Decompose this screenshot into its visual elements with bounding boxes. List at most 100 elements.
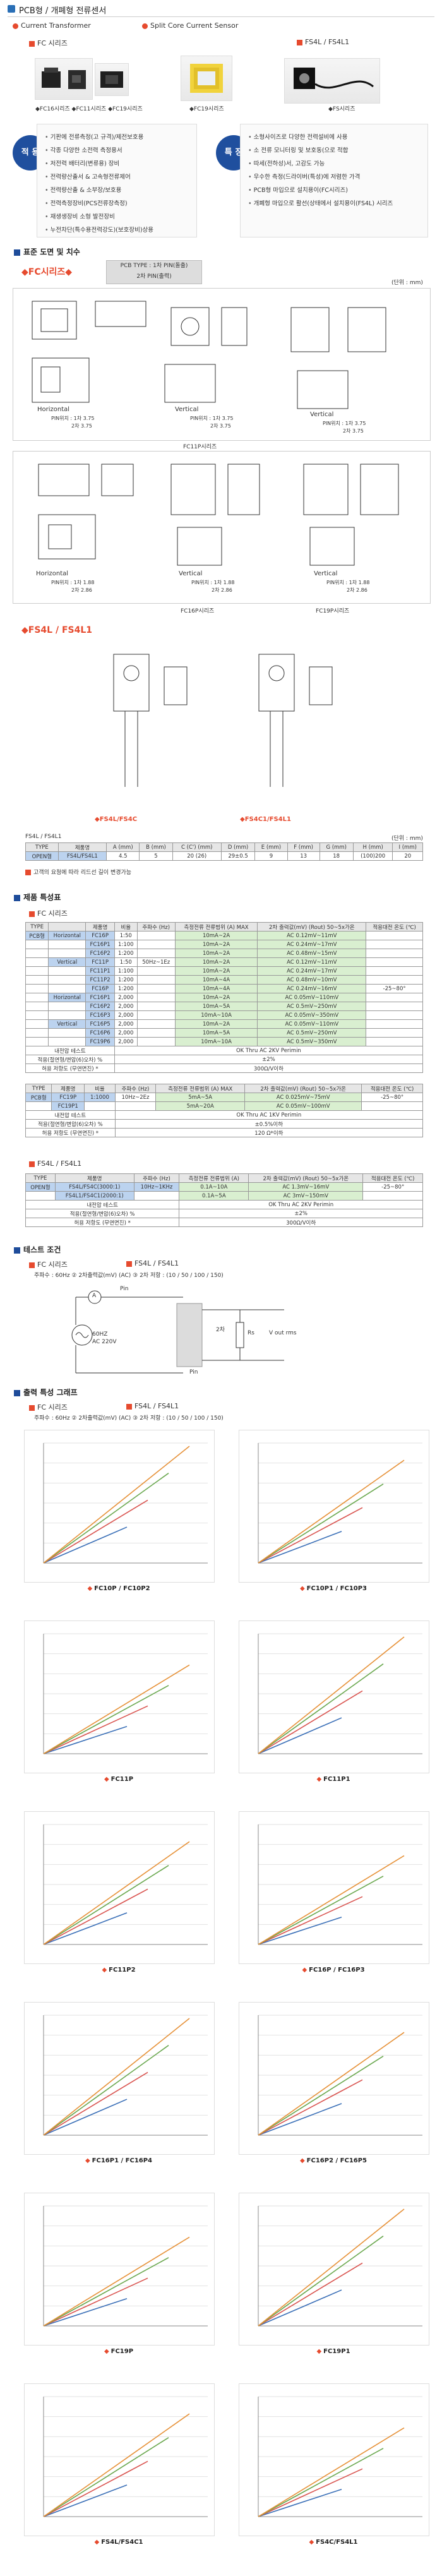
table-row: FS4L1/FS4C1(2000:1) 0.1A~5A AC 3mV~150mV bbox=[25, 1191, 423, 1201]
table-header: 2차 출력값(mV) (Rout) 50~5x가온 bbox=[248, 1173, 364, 1183]
photo-caption-fs: ◆FS시리즈 bbox=[328, 106, 355, 112]
feature-list-item: 소 전류 모니터링 및 보호동(으로 적합 bbox=[248, 144, 420, 157]
table-cell: FS4L/FS4C(3000:1) bbox=[54, 1182, 134, 1192]
table-cell: FC16P bbox=[85, 931, 115, 940]
table-cell bbox=[366, 940, 423, 949]
table-cell: AC 0.025mV~75mV bbox=[244, 1093, 362, 1102]
table-header: G (mm) bbox=[319, 842, 354, 852]
table-cell: OPEN형 bbox=[25, 851, 59, 861]
table-cell: -25~80° bbox=[361, 1093, 423, 1102]
table-cell bbox=[25, 949, 49, 958]
table-cell: OPEN형 bbox=[25, 1182, 56, 1192]
table-cell: 1:100 bbox=[114, 940, 138, 949]
series-line bbox=[258, 1896, 363, 1945]
series-line bbox=[43, 2460, 148, 2517]
use-list-item: 기판에 전류측정(고 규격)/제전보호용 bbox=[45, 131, 189, 144]
table-cell: AC 0.48mV~10mV bbox=[257, 975, 367, 985]
table-cell bbox=[25, 940, 49, 949]
graph-svg bbox=[258, 1633, 422, 1754]
table-cell: 적용(절연형/변압(6)오차) % bbox=[25, 1055, 115, 1064]
output-graph bbox=[239, 2002, 429, 2155]
series-line bbox=[43, 1841, 190, 1945]
table-cell: AC 0.05mV~100mV bbox=[244, 1101, 362, 1111]
table-cell: 50Hz~1Ez bbox=[136, 957, 176, 967]
table-cell: (100)200 bbox=[352, 851, 393, 861]
table-header: A (mm) bbox=[106, 842, 140, 852]
d2-pin1: PIN위치 : 1차 3.75 bbox=[190, 416, 234, 421]
unit-label: (단위 : mm) bbox=[391, 280, 423, 286]
output-graph bbox=[239, 1811, 429, 1964]
table-cell bbox=[136, 975, 176, 985]
series-line bbox=[258, 1690, 363, 1754]
table-cell: 10mA~5A bbox=[174, 1002, 258, 1011]
table-cell bbox=[25, 1191, 56, 1201]
drawing-fs4l bbox=[13, 642, 429, 831]
table-cell: 20 bbox=[392, 851, 423, 861]
table-row: 내전압 테스트 OK Thru AC 1KV Perimin bbox=[25, 1110, 424, 1120]
table-header: TYPE bbox=[25, 1173, 56, 1183]
circuit-rs: Rs bbox=[248, 1330, 254, 1336]
table-cell: FC19P1 bbox=[51, 1101, 85, 1111]
table-cell: AC 0.12mV~11mV bbox=[257, 931, 367, 940]
subtitle-split: Split Core Current Sensor bbox=[142, 21, 238, 30]
d4-orientation: Horizontal bbox=[36, 570, 69, 577]
graph-caption: FC16P / FC16P3 bbox=[239, 1967, 428, 1974]
table-cell bbox=[133, 1191, 180, 1201]
table-cell: FS4L1/FS4C1(2000:1) bbox=[54, 1191, 134, 1201]
table-header: 측정전류 전류범위 (A) MAX bbox=[174, 922, 258, 932]
graph-caption: FC19P1 bbox=[239, 2348, 428, 2355]
table-cell: AC 0.24mV~16mV bbox=[257, 984, 367, 993]
table-cell: FC16P6 bbox=[85, 1028, 115, 1038]
use-list-item: 재생생장비 소형 발전장비 bbox=[45, 210, 189, 224]
table-cell bbox=[25, 966, 49, 976]
table-row: FC16P1 1:100 10mA~2A AC 0.24mV~17mV bbox=[25, 940, 423, 949]
product-photo-fc11 bbox=[95, 63, 129, 96]
series-line bbox=[258, 1663, 384, 1754]
fs-heading: ◆FS4L / FS4L1 bbox=[21, 625, 93, 635]
graph-caption: FC16P1 / FC16P4 bbox=[24, 2157, 213, 2164]
output-graph bbox=[239, 2193, 429, 2345]
table-cell bbox=[48, 984, 87, 993]
table-header: 제품명 bbox=[57, 842, 107, 852]
table-cell: 10Hz~2Ez bbox=[114, 1093, 157, 1102]
table-row: FC16P2 2,000 10mA~5A AC 0.5mV~250mV bbox=[25, 1002, 423, 1011]
table-row: FC11P1 1:100 10mA~2A AC 0.24mV~17mV bbox=[25, 966, 423, 976]
table-cell: FC11P1 bbox=[85, 966, 115, 976]
table-header: B (mm) bbox=[139, 842, 173, 852]
table-header: 비율 bbox=[84, 1084, 116, 1093]
photo-caption-fc19: ◆FC19시리즈 bbox=[189, 106, 224, 112]
circuit-ac: AC 220V bbox=[92, 1339, 117, 1345]
table-cell: 10mA~2A bbox=[174, 940, 258, 949]
product-photo-fc19 bbox=[181, 56, 232, 101]
table-cell: 10mA~2A bbox=[174, 957, 258, 967]
graph-svg bbox=[43, 1633, 208, 1754]
series-line bbox=[43, 2071, 148, 2136]
table-header: 적용대전 온도 (℃) bbox=[362, 1173, 423, 1183]
use-list-item: 저전력 배터리(변류용) 장비 bbox=[45, 157, 189, 171]
output-graph bbox=[239, 1620, 429, 1773]
table-header: 적용대전 온도 (℃) bbox=[361, 1084, 423, 1093]
table-cell: 0.1A~10A bbox=[179, 1182, 249, 1192]
page-header: PCB형 / 개폐형 전류센서 bbox=[8, 0, 434, 17]
series-line bbox=[258, 2236, 384, 2327]
table-cell: AC 0.5mV~250mV bbox=[257, 1028, 367, 1038]
graph-svg bbox=[43, 2015, 208, 2136]
fs-table-label: FS4L / FS4L1 bbox=[25, 834, 62, 840]
table-cell: 5 bbox=[139, 851, 173, 861]
table-header: 2차 출력값(mV) (Rout) 50~5x가온 bbox=[244, 1084, 362, 1093]
table-cell: AC 3mV~150mV bbox=[248, 1191, 364, 1201]
table-cell bbox=[48, 1028, 87, 1038]
table-row: Vertical FC11P 1:50 50Hz~1Ez 10mA~2A AC 0.12m… bbox=[25, 957, 423, 967]
table-cell bbox=[366, 1028, 423, 1038]
product-photo-fs bbox=[284, 58, 380, 104]
d6-pin2: 2차 2.86 bbox=[347, 587, 367, 593]
table-cell bbox=[136, 1037, 176, 1046]
series-line bbox=[258, 2427, 405, 2517]
square-icon bbox=[126, 1261, 132, 1267]
use-list-item: 전력량산출 & 소부장/보호용 bbox=[45, 184, 189, 197]
d6-caption: FC19P시리즈 bbox=[316, 608, 350, 614]
table-cell: 허용 저항도 (무연면진) * bbox=[25, 1128, 116, 1137]
d1-orientation: Horizontal bbox=[37, 406, 70, 413]
use-list-item: 각종 다양한 소전력 측정용서 bbox=[45, 144, 189, 157]
table-cell: FC19P6 bbox=[85, 1037, 115, 1046]
